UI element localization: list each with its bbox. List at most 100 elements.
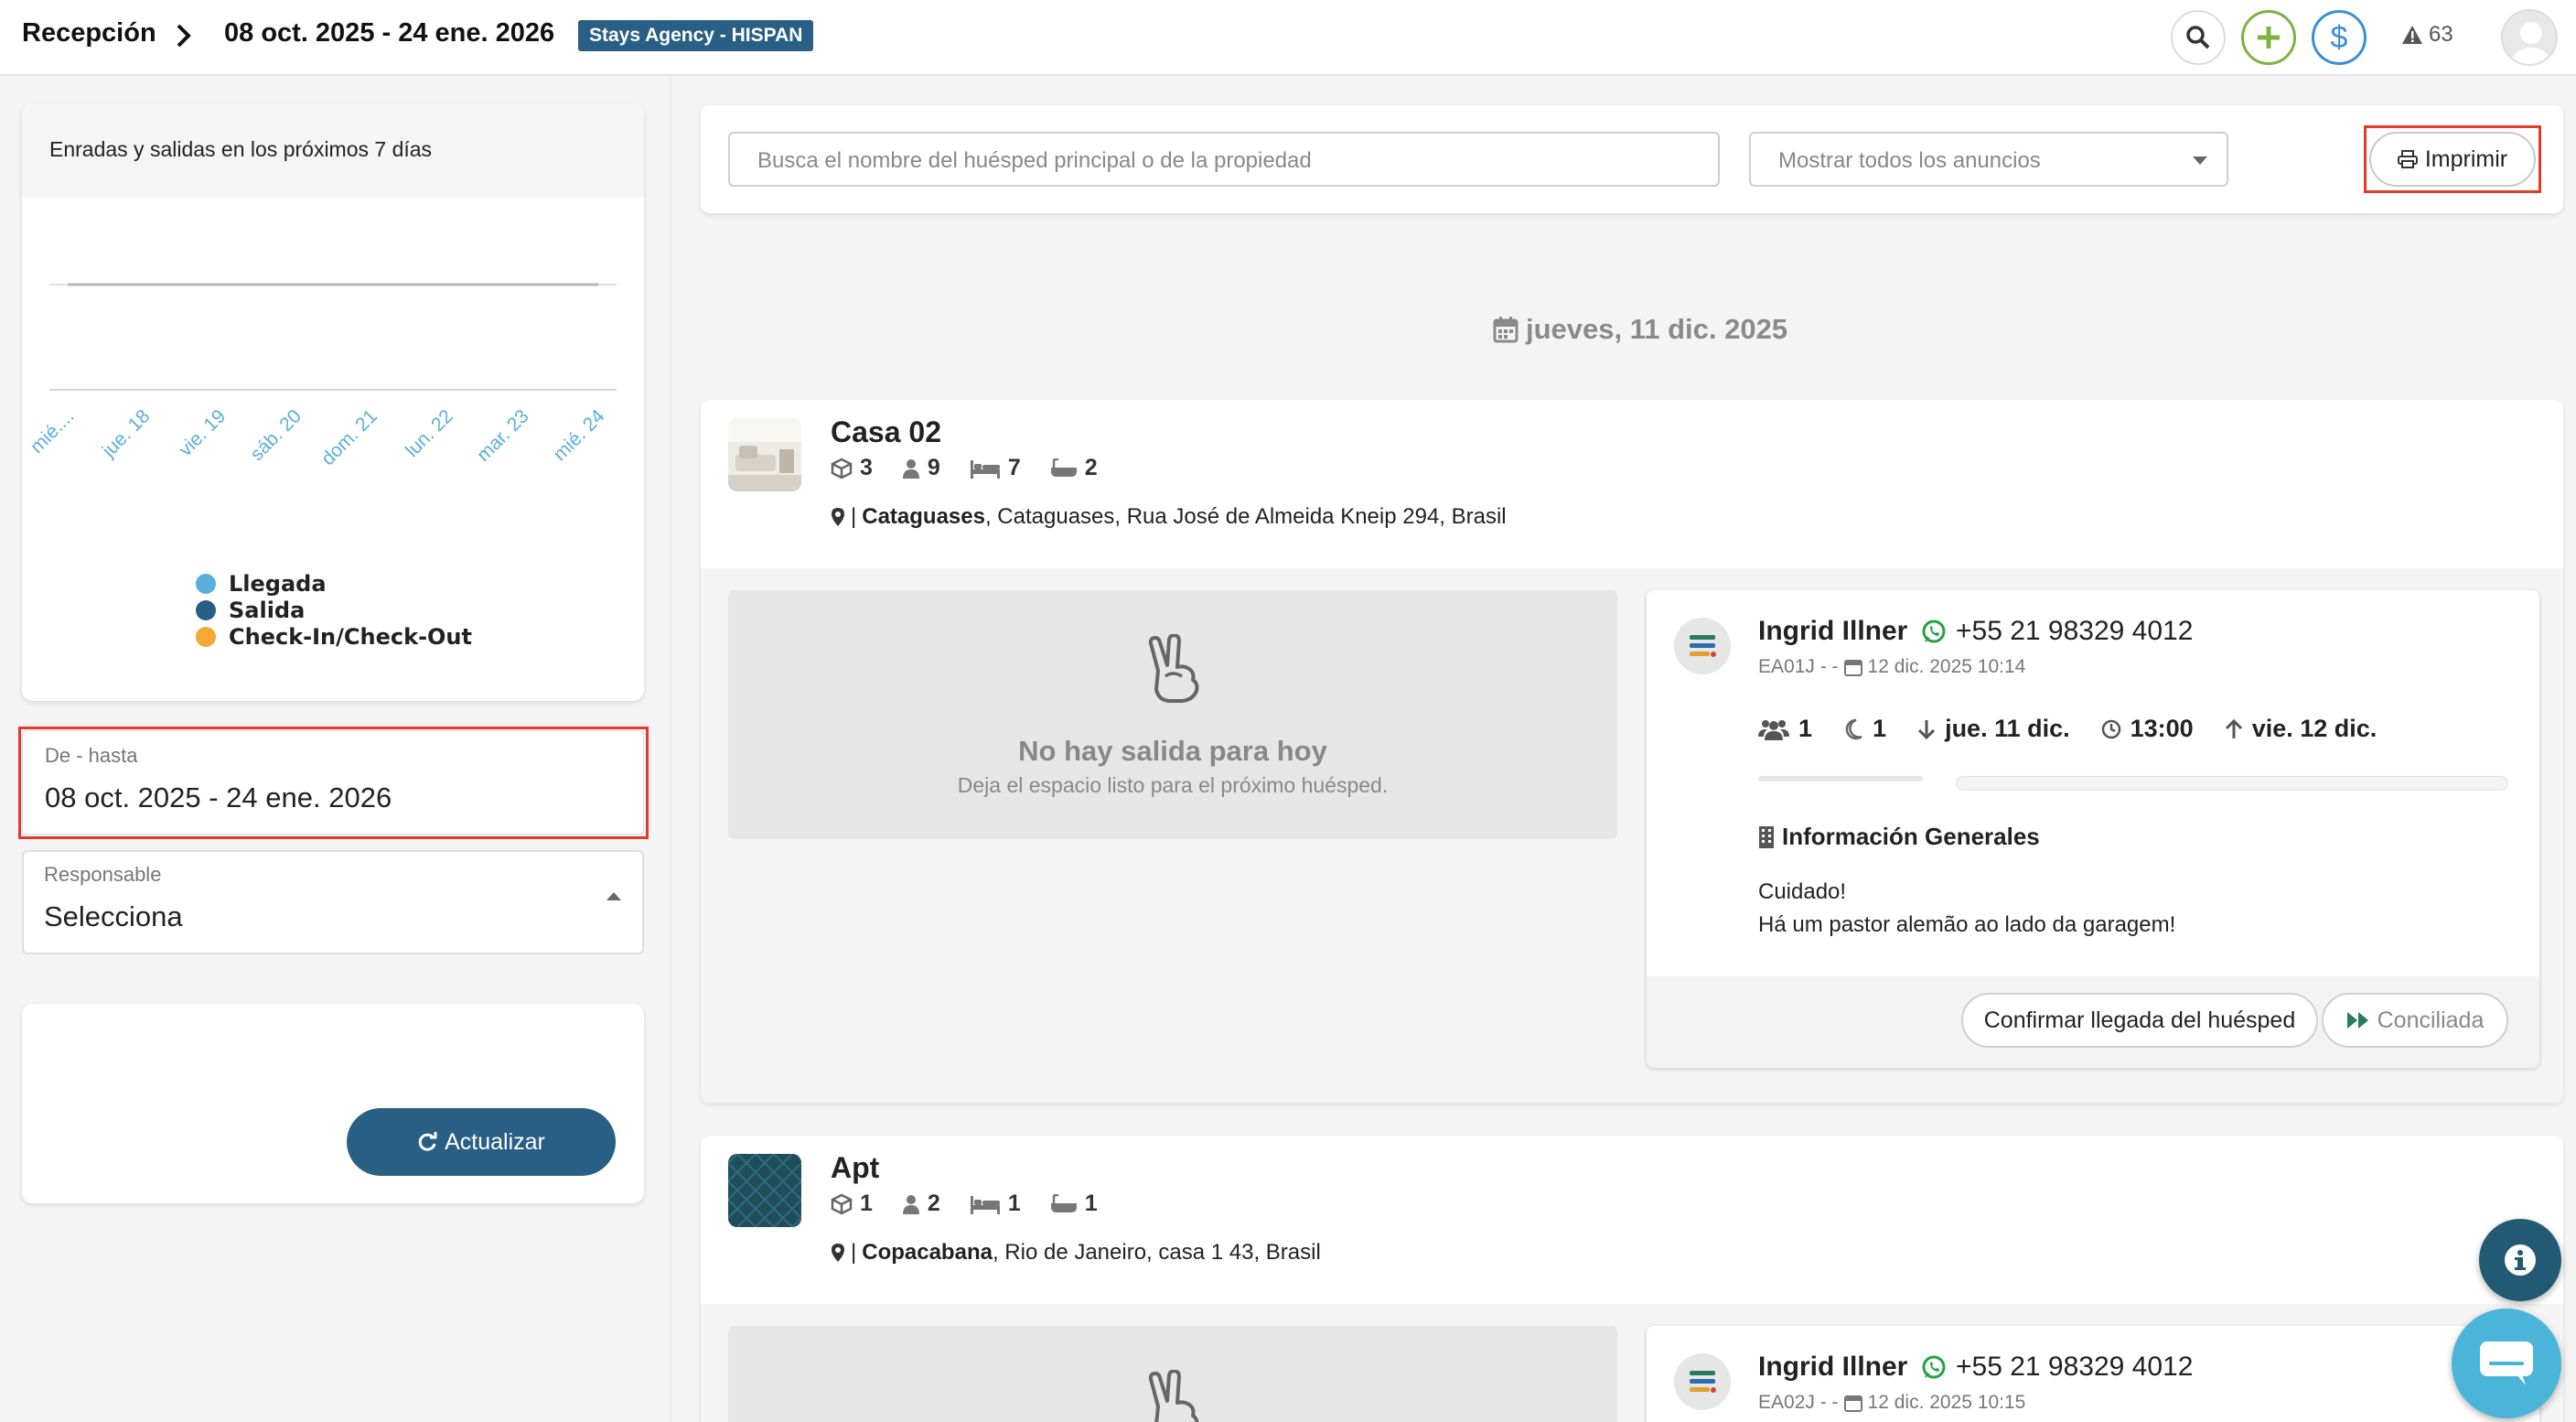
legend-item[interactable]: Check-In/Check-Out <box>196 623 472 650</box>
chat-floating-button[interactable] <box>2452 1309 2561 1418</box>
address-separator: | <box>851 504 857 529</box>
no-checkout-subtitle: Deja el espacio listo para el próximo hu… <box>957 773 1389 797</box>
property-thumbnail[interactable] <box>728 1154 801 1227</box>
alerts-count: 63 <box>2429 22 2453 47</box>
address-text: , Cataguases, Rua José de Almeida Kneip … <box>984 504 1507 529</box>
reservation-code[interactable]: EA01J - - <box>1758 656 1839 678</box>
property-stats: 1 2 1 1 <box>831 1190 1098 1217</box>
responsible-label: Responsable <box>44 863 162 886</box>
beds-count: 7 <box>1007 455 1021 480</box>
guest-phone[interactable]: +55 21 98329 4012 <box>1921 616 2193 647</box>
breadcrumb-date-range: 08 oct. 2025 - 24 ene. 2026 <box>224 18 555 48</box>
property-name[interactable]: Apt <box>831 1151 879 1185</box>
general-info-line: Cuidado! <box>1758 879 1847 904</box>
stay-progress-bar <box>1758 776 1923 781</box>
reservation-card: Ingrid Illner +55 21 98329 4012 EA02J - … <box>1647 1326 2539 1422</box>
chat-icon <box>2478 1340 2535 1387</box>
x-tick-label: jue. 18 <box>98 405 155 462</box>
info-icon <box>2504 1244 2537 1277</box>
responsible-select[interactable]: Responsable Selecciona <box>22 850 644 954</box>
avatar[interactable] <box>2501 9 2558 66</box>
property-address: | Copacabana, Rio de Janeiro, casa 1 43,… <box>831 1240 1321 1266</box>
day-header: jueves, 11 dic. 2025 <box>1493 313 1787 346</box>
property-address: | Cataguases, Cataguases, Rua José de Al… <box>831 504 1507 530</box>
no-checkout-panel: No hay salida para hoy Deja el espacio l… <box>728 590 1617 839</box>
reservation-actions: Confirmar llegada del huésped Conciliada <box>1647 976 2539 1068</box>
guest-name[interactable]: Ingrid Illner <box>1758 616 1907 647</box>
reservation-code[interactable]: EA02J - - <box>1758 1392 1839 1414</box>
finance-button[interactable]: $ <box>2312 10 2367 65</box>
reservation-created: 12 dic. 2025 10:14 <box>1867 656 2026 677</box>
people-count: 1 <box>1798 715 1813 742</box>
guest-phone-number: +55 21 98329 4012 <box>1956 616 2194 646</box>
listing-select-value: Mostrar todos los anuncios <box>1778 148 2041 173</box>
arrivals-chart-card: Enradas y salidas en los próximos 7 días… <box>22 103 644 701</box>
reservation-created: 12 dic. 2025 10:15 <box>1867 1392 2026 1413</box>
checkin-time: 13:00 <box>2130 715 2194 742</box>
guests-count: 2 <box>927 1190 940 1216</box>
guest-name[interactable]: Ingrid Illner <box>1758 1352 1907 1383</box>
property-card: Casa 02 3 9 7 2 | Cataguases, Cataguases… <box>701 400 2563 1103</box>
legend-label: Salida <box>229 597 306 623</box>
search-input[interactable]: Busca el nombre del huésped principal o … <box>728 132 1720 187</box>
moon-icon <box>1843 718 1863 740</box>
refresh-label: Actualizar <box>445 1128 545 1155</box>
peace-hand-icon <box>1145 634 1204 704</box>
calendar-icon <box>1493 316 1519 343</box>
sidebar: Enradas y salidas en los próximos 7 días… <box>0 78 671 1422</box>
legend-swatch <box>196 626 216 647</box>
refresh-card: Actualizar <box>22 1004 644 1203</box>
confirm-arrival-label: Confirmar llegada del huésped <box>1983 1007 2296 1033</box>
bed-icon <box>970 458 1001 479</box>
whatsapp-icon <box>1921 619 1947 644</box>
calendar-small-icon <box>1843 658 1862 676</box>
info-floating-button[interactable] <box>2479 1219 2561 1301</box>
users-icon <box>1758 718 1789 740</box>
legend-label: Llegada <box>229 570 327 597</box>
conciliated-button[interactable]: Conciliada <box>2322 993 2508 1048</box>
stay-timeline-bar <box>1956 776 2508 791</box>
search-icon <box>2185 25 2211 50</box>
agency-badge[interactable]: Stays Agency - HISPAN <box>578 20 814 51</box>
refresh-button[interactable]: Actualizar <box>347 1108 616 1176</box>
clock-icon <box>2101 719 2121 739</box>
legend-item[interactable]: Llegada <box>196 570 472 597</box>
reservation-card: Ingrid Illner +55 21 98329 4012 EA01J - … <box>1647 590 2539 1068</box>
general-info-heading: Información Generales <box>1758 823 2040 851</box>
alerts-indicator[interactable]: 63 <box>2401 22 2453 48</box>
no-checkout-title: No hay salida para hoy <box>1018 735 1327 767</box>
channel-logo <box>1674 618 1731 674</box>
add-button[interactable] <box>2241 10 2296 65</box>
baths-count: 2 <box>1084 455 1098 480</box>
property-name[interactable]: Casa 02 <box>831 415 941 449</box>
x-tick-label: mar. 23 <box>473 405 533 466</box>
building-icon <box>1758 825 1775 849</box>
property-stats: 3 9 7 2 <box>831 455 1098 481</box>
beds-count: 1 <box>1007 1190 1021 1216</box>
no-checkout-panel <box>728 1326 1617 1422</box>
units-count: 3 <box>860 455 873 480</box>
conciliated-label: Conciliada <box>2377 1007 2485 1033</box>
bed-icon <box>970 1194 1001 1214</box>
general-info-title: Información Generales <box>1782 823 2040 850</box>
property-thumbnail[interactable] <box>728 418 801 491</box>
bath-icon <box>1050 458 1078 479</box>
reservation-meta: EA01J - - 12 dic. 2025 10:14 <box>1758 656 2025 678</box>
channel-logo <box>1674 1353 1731 1410</box>
stack-icon <box>1689 1369 1716 1395</box>
peace-hand-icon <box>1145 1370 1204 1422</box>
units-count: 1 <box>860 1190 873 1216</box>
guest-phone[interactable]: +55 21 98329 4012 <box>1921 1352 2193 1383</box>
caret-up-icon <box>606 890 622 901</box>
arrow-down-icon <box>1917 718 1936 740</box>
search-button[interactable] <box>2171 10 2226 65</box>
address-city: Copacabana <box>862 1240 993 1265</box>
address-city: Cataguases <box>862 504 985 529</box>
plus-icon <box>2256 25 2281 50</box>
listing-select[interactable]: Mostrar todos los anuncios <box>1749 132 2228 187</box>
confirm-arrival-button[interactable]: Confirmar llegada del huésped <box>1961 993 2318 1048</box>
user-icon <box>902 1194 920 1214</box>
chart-title: Enradas y salidas en los próximos 7 días <box>49 137 433 161</box>
legend-item[interactable]: Salida <box>196 597 472 623</box>
filter-bar: Busca el nombre del huésped principal o … <box>701 105 2563 213</box>
